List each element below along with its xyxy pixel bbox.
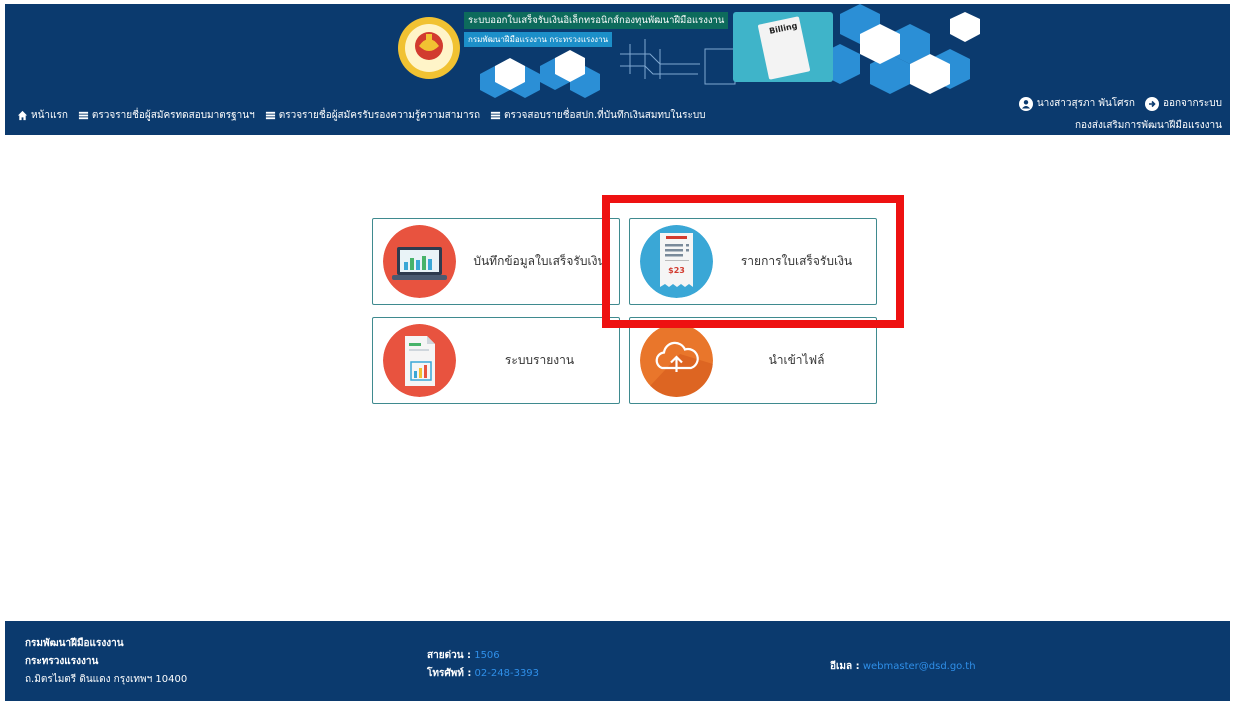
- report-icon: [383, 324, 456, 397]
- footer-contact: สายด่วน : 1506 โทรศัพท์ : 02-248-3393: [427, 647, 539, 683]
- home-icon: [17, 110, 28, 121]
- user-icon: [1018, 96, 1033, 111]
- nav-check-standard-test[interactable]: ตรวจรายชื่อผู้สมัครทดสอบมาตรฐานฯ: [78, 108, 255, 123]
- tile-report-system[interactable]: ระบบรายงาน: [372, 317, 620, 404]
- cloud-upload-icon: [640, 324, 713, 397]
- system-subtitle: กรมพัฒนาฝีมือแรงงาน กระทรวงแรงงาน: [464, 32, 613, 47]
- hotline-value[interactable]: 1506: [474, 650, 499, 661]
- receipt-amount: $23: [668, 266, 685, 275]
- logout-link[interactable]: ออกจากระบบ: [1163, 96, 1222, 111]
- nav-check-contribution[interactable]: ตรวจสอบรายชื่อสปก.ที่บันทึกเงินสมทบในระบ…: [490, 108, 706, 123]
- footer-org-name: กรมพัฒนาฝีมือแรงงาน: [25, 638, 124, 649]
- tile-receipt-list[interactable]: $23 รายการใบเสร็จรับเงิน: [629, 218, 877, 305]
- user-panel: นางสาวสุรภา พันโศรก ออกจากระบบ กองส่งเสร…: [1018, 96, 1222, 133]
- nav-check-standard-test-label: ตรวจรายชื่อผู้สมัครทดสอบมาตรฐานฯ: [91, 110, 255, 121]
- header-bar: ระบบออกใบเสร็จรับเงินอิเล็กทรอนิกส์กองทุ…: [5, 4, 1230, 135]
- logout-icon[interactable]: [1144, 96, 1159, 111]
- receipt-icon: $23: [640, 225, 713, 298]
- list-icon: [490, 111, 501, 120]
- system-title: ระบบออกใบเสร็จรับเงินอิเล็กทรอนิกส์กองทุ…: [464, 12, 729, 29]
- hotline-label: สายด่วน :: [427, 650, 472, 661]
- nav-check-competency-label: ตรวจรายชื่อผู้สมัครรับรองความรู้ความสามา…: [278, 110, 481, 121]
- tile-report-system-label: ระบบรายงาน: [504, 353, 575, 367]
- user-department: กองส่งเสริมการพัฒนาฝีมือแรงงาน: [1074, 120, 1222, 131]
- nav-home[interactable]: หน้าแรก: [17, 108, 68, 123]
- phone-value[interactable]: 02-248-3393: [475, 668, 539, 679]
- footer-org: กรมพัฒนาฝีมือแรงงาน กระทรวงแรงงาน ถ.มิตร…: [25, 635, 187, 689]
- footer-email: อีเมล : webmaster@dsd.go.th: [830, 659, 976, 674]
- list-icon: [78, 111, 89, 120]
- laptop-chart-icon: [383, 225, 456, 298]
- tile-record-receipt[interactable]: บันทึกข้อมูลใบเสร็จรับเงิน: [372, 218, 620, 305]
- main-nav: หน้าแรก ตรวจรายชื่อผู้สมัครทดสอบมาตรฐานฯ…: [17, 108, 706, 123]
- tile-receipt-list-label: รายการใบเสร็จรับเงิน: [740, 254, 853, 268]
- phone-label: โทรศัพท์ :: [427, 668, 472, 679]
- tile-import-file-label: นำเข้าไฟล์: [768, 353, 825, 367]
- dsd-seal-logo: [397, 16, 461, 80]
- email-label: อีเมล :: [830, 661, 860, 672]
- footer-ministry: กระทรวงแรงงาน: [25, 656, 99, 667]
- list-icon: [265, 111, 275, 120]
- email-link[interactable]: webmaster@dsd.go.th: [863, 661, 976, 672]
- nav-home-label: หน้าแรก: [31, 110, 68, 121]
- tile-record-receipt-label: บันทึกข้อมูลใบเสร็จรับเงิน: [473, 254, 606, 268]
- tile-import-file[interactable]: นำเข้าไฟล์: [629, 317, 877, 404]
- footer: กรมพัฒนาฝีมือแรงงาน กระทรวงแรงงาน ถ.มิตร…: [5, 621, 1230, 701]
- nav-check-contribution-label: ตรวจสอบรายชื่อสปก.ที่บันทึกเงินสมทบในระบ…: [504, 110, 706, 121]
- footer-address: ถ.มิตรไมตรี ดินแดง กรุงเทพฯ 10400: [25, 674, 188, 685]
- user-name[interactable]: นางสาวสุรภา พันโศรก: [1037, 96, 1135, 111]
- nav-check-competency[interactable]: ตรวจรายชื่อผู้สมัครรับรองความรู้ความสามา…: [265, 108, 480, 123]
